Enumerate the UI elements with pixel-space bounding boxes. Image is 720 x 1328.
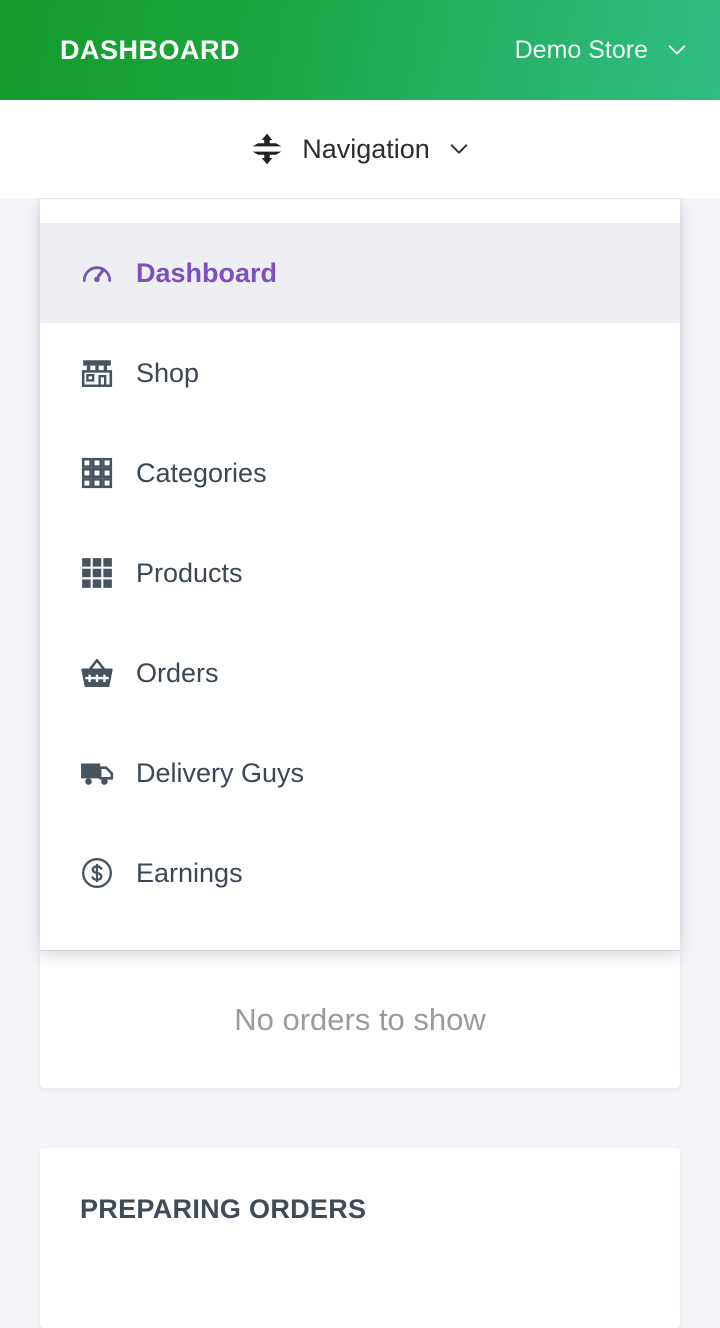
nav-item-label: Dashboard	[136, 257, 278, 288]
page-title: DASHBOARD	[60, 34, 240, 65]
nav-item-label: Orders	[136, 657, 219, 688]
navigation-dropdown-panel: Dashboard Shop Categories Products Order…	[40, 198, 680, 950]
grid-outline-icon	[80, 456, 114, 490]
nav-item-dashboard[interactable]: Dashboard	[40, 223, 680, 323]
store-switcher[interactable]: Demo Store	[515, 36, 688, 65]
nav-item-shop[interactable]: Shop	[40, 323, 680, 423]
dollar-circle-icon	[80, 856, 114, 890]
arrows-expand-vertical-icon[interactable]	[250, 132, 284, 166]
app-header: DASHBOARD Demo Store	[0, 0, 720, 100]
navigation-label: Navigation	[302, 133, 430, 164]
nav-item-orders[interactable]: Orders	[40, 623, 680, 723]
nav-item-label: Shop	[136, 357, 200, 388]
tachometer-icon	[80, 256, 114, 290]
truck-icon	[80, 756, 114, 790]
nav-item-label: Delivery Guys	[136, 757, 305, 788]
grid-filled-icon	[80, 556, 114, 590]
store-icon	[80, 356, 114, 390]
nav-item-categories[interactable]: Categories	[40, 423, 680, 523]
nav-item-products[interactable]: Products	[40, 523, 680, 623]
recent-orders-card: No orders to show	[40, 951, 680, 1088]
store-name-label: Demo Store	[514, 35, 648, 64]
nav-item-label: Earnings	[136, 857, 243, 888]
nav-item-delivery-guys[interactable]: Delivery Guys	[40, 723, 680, 823]
preparing-orders-card: PREPARING ORDERS	[40, 1148, 680, 1328]
navigation-toggle[interactable]: Navigation	[250, 132, 470, 166]
nav-item-label: Categories	[136, 457, 267, 488]
nav-item-earnings[interactable]: Earnings	[40, 823, 680, 923]
navigation-bar: Navigation	[0, 100, 720, 198]
basket-icon	[80, 656, 114, 690]
preparing-orders-title: PREPARING ORDERS	[80, 1194, 367, 1224]
nav-item-label: Products	[136, 557, 243, 588]
empty-orders-message: No orders to show	[234, 1001, 486, 1037]
chevron-down-icon[interactable]	[666, 39, 688, 61]
chevron-down-icon[interactable]	[448, 138, 470, 160]
